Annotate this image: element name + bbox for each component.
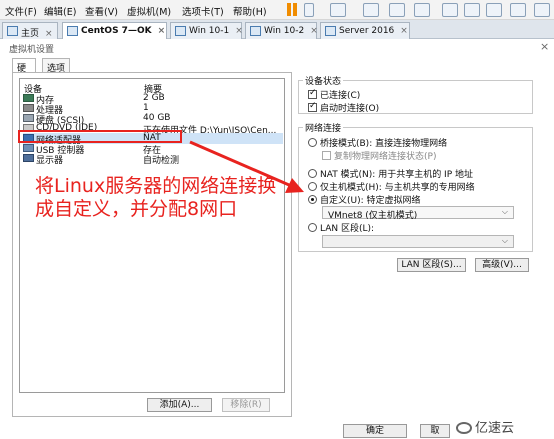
- tab-label: Win 10-1: [189, 26, 230, 36]
- dropdown-icon[interactable]: [304, 3, 314, 17]
- connect-on-start-checkbox[interactable]: 启动时连接(O): [308, 101, 379, 114]
- usb-icon: [23, 144, 34, 152]
- replicate-state-label: 复制物理网络连接状态(P): [334, 152, 437, 162]
- tab-label: Server 2016: [339, 26, 395, 36]
- tab-options[interactable]: 选项: [42, 58, 70, 74]
- watermark-text: 亿速云: [475, 421, 515, 436]
- annotation-text: 将Linux服务器的网络连接换成自定义，并分配8网口: [35, 175, 277, 220]
- menu-vm[interactable]: 虚拟机(M): [127, 4, 171, 18]
- menubar: 文件(F) 编辑(E) 查看(V) 虚拟机(M) 选项卡(T) 帮助(H): [0, 0, 554, 20]
- restore-snapshot-icon[interactable]: [389, 3, 405, 17]
- close-icon[interactable]: ×: [45, 29, 53, 39]
- advanced-button[interactable]: 高级(V)...: [475, 258, 529, 272]
- view-toggle-icon[interactable]: [534, 3, 550, 17]
- close-icon[interactable]: ×: [400, 26, 408, 36]
- tab-label: CentOS 7—OK: [81, 26, 152, 36]
- tab-home[interactable]: 主页 ×: [2, 22, 58, 39]
- watermark: 亿速云: [456, 417, 514, 436]
- snapshot-manager-icon[interactable]: [414, 3, 430, 17]
- display-icon: [23, 154, 34, 162]
- vm-icon: [175, 26, 186, 36]
- thumbnail-view-icon[interactable]: [464, 3, 480, 17]
- tab-server2016[interactable]: Server 2016 ×: [320, 22, 410, 39]
- connect-on-start-label: 启动时连接(O): [320, 104, 380, 114]
- replicate-state-checkbox[interactable]: 复制物理网络连接状态(P): [322, 149, 436, 162]
- device-row-display[interactable]: 显示器 自动检测: [23, 153, 283, 166]
- vmnet-select[interactable]: VMnet8 (仅主机模式) ⌵: [322, 206, 514, 221]
- remove-device-button[interactable]: 移除(R): [222, 398, 270, 412]
- menu-file[interactable]: 文件(F): [5, 4, 37, 18]
- chevron-down-icon: ⌵: [501, 236, 508, 245]
- custom-label: 自定义(U): 特定虚拟网络: [320, 196, 421, 206]
- cloud-logo-icon: [456, 422, 472, 434]
- device-list: 设备 摘要 内存 2 GB 处理器 1 硬盘 (SCSI) 40 GB CD/D…: [19, 78, 285, 393]
- processor-icon: [23, 104, 34, 112]
- unity-icon[interactable]: [510, 3, 526, 17]
- snapshot-icon[interactable]: [363, 3, 379, 17]
- network-connection-title: 网络连接: [303, 121, 344, 134]
- ok-button[interactable]: 确定: [343, 424, 407, 438]
- nat-radio[interactable]: NAT 模式(N): 用于共享主机的 IP 地址: [308, 167, 473, 180]
- chevron-down-icon: ⌵: [501, 207, 508, 216]
- custom-radio[interactable]: 自定义(U): 特定虚拟网络: [308, 193, 421, 206]
- radio-icon: [308, 182, 317, 191]
- tab-centos[interactable]: CentOS 7—OK ×: [62, 22, 167, 39]
- lan-segment-radio[interactable]: LAN 区段(L):: [308, 221, 374, 234]
- device-summary: 40 GB: [143, 113, 171, 123]
- vmnet-select-value: VMnet8 (仅主机模式): [328, 211, 418, 221]
- pause-icon[interactable]: [287, 3, 299, 17]
- menu-help[interactable]: 帮助(H): [233, 4, 267, 18]
- close-icon[interactable]: ×: [310, 26, 318, 36]
- radio-icon: [308, 223, 317, 232]
- memory-icon: [23, 94, 34, 102]
- checkbox-icon: [308, 101, 317, 112]
- device-summary: 2 GB: [143, 93, 165, 103]
- send-keys-icon[interactable]: [330, 3, 346, 17]
- checkbox-icon: [308, 88, 317, 99]
- radio-icon: [308, 195, 317, 204]
- vm-icon: [325, 26, 336, 36]
- tab-label: Win 10-2: [264, 26, 305, 36]
- close-icon[interactable]: ×: [540, 40, 549, 53]
- close-icon[interactable]: ×: [235, 26, 243, 36]
- tab-win10-2[interactable]: Win 10-2 ×: [245, 22, 318, 39]
- host-only-radio[interactable]: 仅主机模式(H): 与主机共享的专用网络: [308, 180, 475, 193]
- connected-checkbox[interactable]: 已连接(C): [308, 88, 360, 101]
- tab-hardware[interactable]: 硬件: [12, 58, 36, 87]
- tab-label: 主页: [21, 29, 40, 39]
- host-only-label: 仅主机模式(H): 与主机共享的专用网络: [320, 183, 475, 193]
- radio-icon: [308, 138, 317, 147]
- bridged-label: 桥接模式(B): 直接连接物理网络: [320, 139, 448, 149]
- fullscreen-icon[interactable]: [486, 3, 502, 17]
- vm-icon: [250, 26, 261, 36]
- device-name: 显示器: [36, 156, 64, 166]
- lan-segment-label: LAN 区段(L):: [320, 224, 375, 234]
- home-icon: [7, 26, 18, 36]
- vm-tab-bar: 主页 × CentOS 7—OK × Win 10-1 × Win 10-2 × Ser…: [0, 20, 554, 39]
- cancel-button[interactable]: 取: [420, 424, 450, 438]
- connected-label: 已连接(C): [320, 91, 361, 101]
- bridged-radio[interactable]: 桥接模式(B): 直接连接物理网络: [308, 136, 447, 149]
- lan-segments-button[interactable]: LAN 区段(S)...: [397, 258, 466, 272]
- checkbox-icon: [322, 151, 331, 160]
- device-summary: 自动检测: [143, 156, 180, 166]
- device-status-title: 设备状态: [303, 74, 344, 87]
- menu-view[interactable]: 查看(V): [85, 4, 118, 18]
- vm-icon: [67, 26, 78, 36]
- nat-label: NAT 模式(N): 用于共享主机的 IP 地址: [320, 170, 474, 180]
- lan-segment-select[interactable]: ⌵: [322, 235, 514, 248]
- menu-tabs[interactable]: 选项卡(T): [182, 4, 224, 18]
- dialog-title: 虚拟机设置: [9, 45, 55, 55]
- device-summary: 1: [143, 103, 149, 113]
- highlight-box: [18, 130, 182, 143]
- menu-edit[interactable]: 编辑(E): [44, 4, 76, 18]
- add-device-button[interactable]: 添加(A)...: [147, 398, 212, 412]
- close-icon[interactable]: ×: [158, 26, 166, 36]
- radio-icon: [308, 169, 317, 178]
- harddisk-icon: [23, 114, 34, 122]
- console-view-icon[interactable]: [442, 3, 458, 17]
- tab-win10-1[interactable]: Win 10-1 ×: [170, 22, 243, 39]
